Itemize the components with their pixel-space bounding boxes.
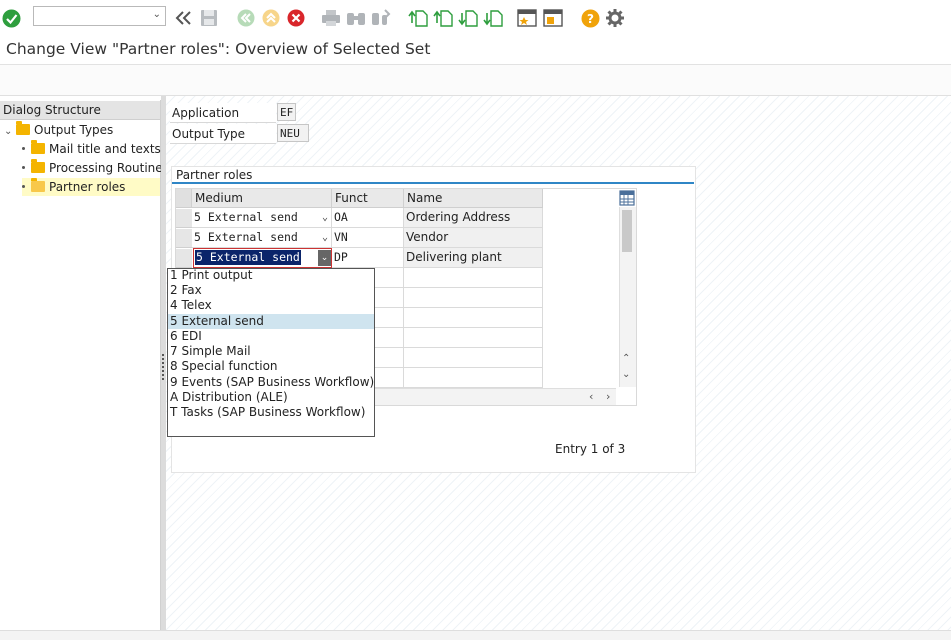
settings-icon[interactable] xyxy=(605,8,625,28)
dropdown-option[interactable]: 1 Print output xyxy=(168,268,374,283)
column-header-funct[interactable]: Funct xyxy=(332,189,404,208)
shortcut-icon[interactable] xyxy=(543,8,563,28)
system-toolbar: ⌄ ? xyxy=(0,0,951,36)
table-cell-empty xyxy=(404,308,543,328)
application-toolbar xyxy=(0,65,951,96)
group-title: Partner roles xyxy=(176,168,253,182)
application-label: Application xyxy=(170,103,276,123)
scroll-down-icon[interactable]: ⌄ xyxy=(622,369,630,380)
last-page-icon[interactable] xyxy=(483,8,503,28)
column-header-medium[interactable]: Medium xyxy=(192,189,332,208)
table-header-filler xyxy=(543,189,619,208)
chevron-down-icon[interactable]: ⌄ xyxy=(322,228,328,247)
scroll-up-icon[interactable]: ⌃ xyxy=(622,353,630,364)
scroll-right-icon[interactable]: › xyxy=(606,390,610,403)
exit-icon[interactable] xyxy=(236,8,256,28)
cancel-icon[interactable] xyxy=(286,8,306,28)
back-icon[interactable] xyxy=(174,8,194,28)
save-icon[interactable] xyxy=(199,8,219,28)
table-cell-empty xyxy=(404,288,543,308)
dropdown-option[interactable]: 7 Simple Mail xyxy=(168,344,374,359)
table-cell-name: Vendor xyxy=(404,228,543,248)
scrollbar-thumb[interactable] xyxy=(622,210,632,252)
tree-item-partner-roles[interactable]: Partner roles xyxy=(22,178,160,196)
entry-counter: Entry 1 of 3 xyxy=(555,442,626,456)
scroll-left-icon[interactable]: ‹ xyxy=(589,390,593,403)
folder-icon xyxy=(31,159,45,173)
table-cell-name: Delivering plant xyxy=(404,248,543,268)
dropdown-option-selected[interactable]: 5 External send xyxy=(168,314,374,329)
page-title: Change View "Partner roles": Overview of… xyxy=(6,40,431,58)
table-cell-empty xyxy=(404,328,543,348)
open-folder-icon xyxy=(31,178,45,192)
dropdown-option[interactable]: T Tasks (SAP Business Workflow) xyxy=(168,405,374,420)
cell-value: 5 External send xyxy=(194,230,298,244)
first-page-icon[interactable] xyxy=(408,8,428,28)
row-selector[interactable] xyxy=(176,229,192,248)
cell-value: 5 External send xyxy=(194,210,298,224)
table-cell-medium[interactable]: 5 External send ⌄ xyxy=(192,208,332,228)
select-all-header[interactable] xyxy=(176,189,192,208)
table-cell-funct[interactable]: OA xyxy=(332,208,404,228)
dropdown-option[interactable]: 9 Events (SAP Business Workflow) xyxy=(168,375,374,390)
table-cell-name: Ordering Address xyxy=(404,208,543,228)
folder-icon xyxy=(16,121,30,135)
output-type-field[interactable]: NEU xyxy=(277,124,309,142)
row-selector[interactable] xyxy=(176,249,192,268)
dropdown-option[interactable]: 4 Telex xyxy=(168,298,374,313)
row-selector[interactable] xyxy=(176,209,192,228)
help-icon[interactable]: ? xyxy=(580,8,600,28)
dialog-structure-header: Dialog Structure xyxy=(0,101,160,120)
chevron-down-icon[interactable]: ⌄ xyxy=(322,208,328,227)
print-icon[interactable] xyxy=(321,8,341,28)
prev-page-icon[interactable] xyxy=(433,8,453,28)
dropdown-option[interactable]: 8 Special function xyxy=(168,359,374,374)
find-next-icon[interactable] xyxy=(371,8,391,28)
table-cell-empty xyxy=(404,268,543,288)
table-cell-funct[interactable]: VN xyxy=(332,228,404,248)
folder-icon xyxy=(31,140,45,154)
table-cell-empty xyxy=(404,348,543,368)
dropdown-option[interactable]: 2 Fax xyxy=(168,283,374,298)
tree-item-processing-routines[interactable]: Processing Routines xyxy=(22,159,169,177)
output-type-label: Output Type xyxy=(170,124,276,144)
group-title-underline xyxy=(172,182,694,184)
svg-text:?: ? xyxy=(587,12,594,26)
next-page-icon[interactable] xyxy=(458,8,478,28)
tree-item-label: Mail title and texts xyxy=(49,142,161,156)
up-icon[interactable] xyxy=(261,8,281,28)
bullet-icon xyxy=(22,166,25,169)
table-cell-funct[interactable]: DP xyxy=(332,248,404,268)
find-icon[interactable] xyxy=(346,8,366,28)
tree-item-label: Output Types xyxy=(34,123,114,137)
bullet-icon xyxy=(22,185,25,188)
cell-value-selected: 5 External send xyxy=(195,250,301,265)
chevron-down-icon[interactable]: ⌄ xyxy=(153,9,161,20)
command-field[interactable]: ⌄ xyxy=(33,6,166,26)
chevron-down-icon[interactable]: ⌄ xyxy=(318,250,331,266)
tree-item-output-types[interactable]: ⌄ Output Types xyxy=(4,121,113,139)
tree-item-label: Partner roles xyxy=(49,180,126,194)
tree-item-mail-title-and-texts[interactable]: Mail title and texts xyxy=(22,140,161,158)
dropdown-option[interactable]: 6 EDI xyxy=(168,329,374,344)
table-cell-empty xyxy=(404,368,543,388)
chevron-down-icon[interactable]: ⌄ xyxy=(4,123,16,141)
bullet-icon xyxy=(22,147,25,150)
create-session-icon[interactable] xyxy=(517,8,537,28)
dropdown-option[interactable]: A Distribution (ALE) xyxy=(168,390,374,405)
table-settings-icon[interactable] xyxy=(619,190,635,206)
column-header-name[interactable]: Name xyxy=(404,189,543,208)
enter-icon[interactable] xyxy=(1,8,21,28)
application-field[interactable]: EF xyxy=(277,103,296,121)
table-cell-medium[interactable]: 5 External send ⌄ xyxy=(192,228,332,248)
tree-item-label: Processing Routines xyxy=(49,161,169,175)
